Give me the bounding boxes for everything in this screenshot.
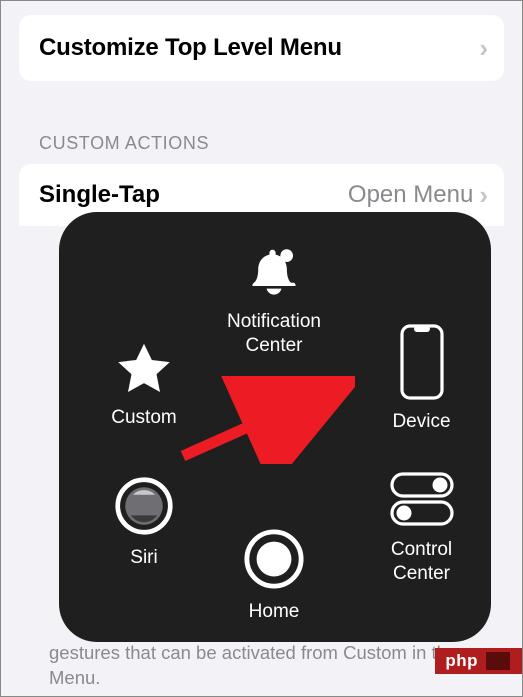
customize-top-level-menu-row[interactable]: Customize Top Level Menu ›	[19, 15, 504, 81]
single-tap-label: Single-Tap	[39, 181, 160, 209]
assistivetouch-menu: Notification Center Custom Device Siri	[59, 212, 491, 642]
menu-item-device[interactable]: Device	[369, 324, 474, 434]
menu-item-custom[interactable]: Custom	[84, 342, 204, 430]
star-icon	[115, 342, 173, 396]
siri-icon	[114, 476, 174, 536]
menu-item-notification-center[interactable]: Notification Center	[199, 242, 349, 358]
bell-icon	[245, 242, 303, 300]
chevron-right-icon: ›	[479, 33, 488, 64]
single-tap-value: Open Menu	[348, 181, 473, 209]
menu-item-home[interactable]: Home	[219, 528, 329, 624]
menu-item-siri[interactable]: Siri	[84, 476, 204, 570]
menu-item-control-center[interactable]: Control Center	[359, 470, 484, 586]
menu-item-label: Device	[369, 410, 474, 434]
menu-item-label: Notification Center	[199, 310, 349, 358]
chevron-right-icon: ›	[479, 180, 488, 211]
menu-item-label: Control Center	[359, 538, 484, 586]
custom-actions-header: CUSTOM ACTIONS	[39, 133, 504, 154]
menu-item-label: Home	[219, 600, 329, 624]
single-tap-value-group: Open Menu ›	[348, 180, 488, 211]
watermark-box-icon	[486, 652, 510, 670]
customize-top-level-title: Customize Top Level Menu	[39, 34, 342, 62]
device-icon	[400, 324, 444, 400]
watermark: php	[435, 648, 522, 674]
footer-help-text: gestures that can be activated from Cust…	[49, 641, 474, 691]
control-center-icon	[388, 470, 456, 528]
menu-item-label: Custom	[84, 406, 204, 430]
menu-item-label: Siri	[84, 546, 204, 570]
watermark-label: php	[445, 651, 478, 671]
home-button-icon	[243, 528, 305, 590]
